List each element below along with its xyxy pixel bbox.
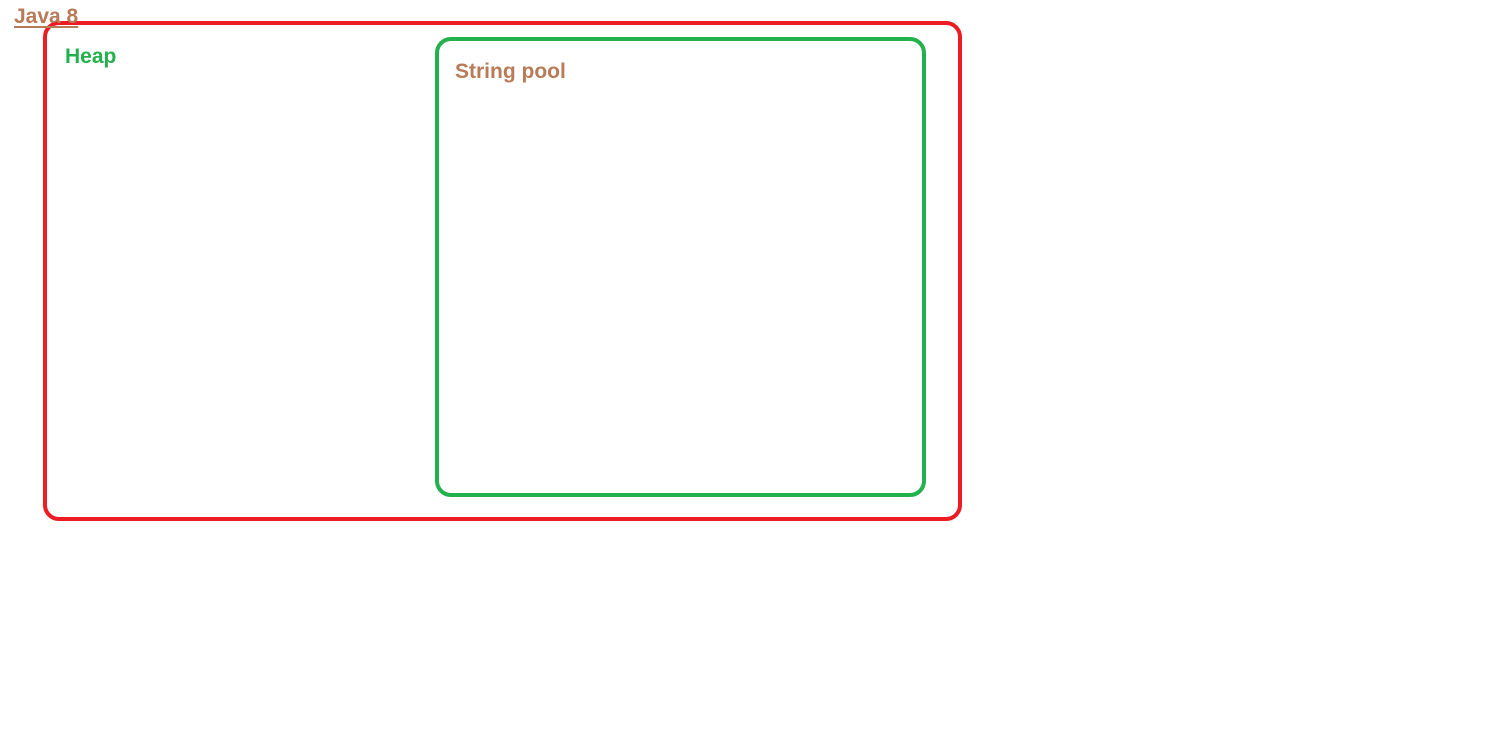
java-version-title: Java 8 (14, 5, 79, 28)
diagram-canvas: Java 8 Heap String pool (0, 0, 1508, 742)
string-pool-label: String pool (455, 60, 566, 83)
heap-label: Heap (65, 45, 117, 68)
string-pool-region (435, 37, 926, 497)
